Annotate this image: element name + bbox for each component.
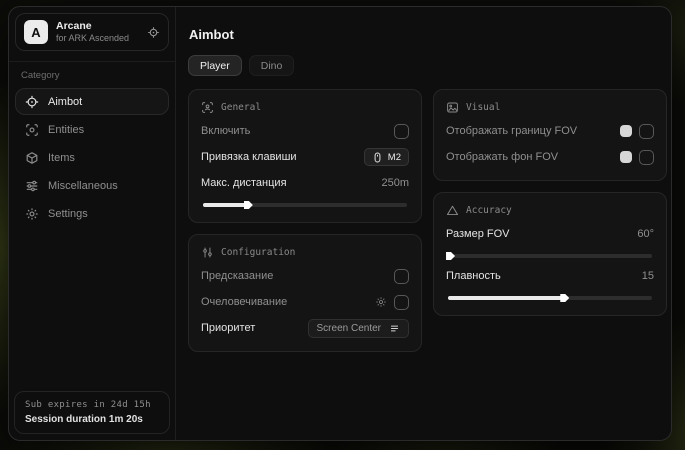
subscription-expiry: Sub expires in 24d 15h [25,400,159,410]
crosshair-icon [25,95,39,109]
sidebar-item-label: Items [48,152,75,164]
subscription-card: Sub expires in 24d 15h Session duration … [14,391,170,434]
setting-row-keybind: Привязка клавиши M2 [201,145,409,169]
humanize-checkbox[interactable] [394,295,409,310]
setting-label: Макс. дистанция [201,177,287,189]
setting-row-distance: Макс. дистанция 250m [201,171,409,195]
slider-fill [203,203,248,207]
slider-thumb[interactable] [560,294,569,302]
sidebar-item-label: Settings [48,208,88,220]
accuracy-card: Accuracy Размер FOV 60° Плавность 15 [433,192,667,316]
sidebar: A Arcane for ARK Ascended Category [9,7,176,440]
scan-icon [25,123,39,137]
sidebar-item-miscellaneous[interactable]: Miscellaneous [15,172,169,199]
slider-thumb[interactable] [244,201,253,209]
tab-dino[interactable]: Dino [249,55,295,76]
sidebar-item-aimbot[interactable]: Aimbot [15,88,169,115]
distance-slider[interactable] [203,203,407,207]
fov-border-checkbox[interactable] [639,124,654,139]
app-window: A Arcane for ARK Ascended Category [8,6,672,441]
enable-checkbox[interactable] [394,124,409,139]
sidebar-item-entities[interactable]: Entities [15,116,169,143]
sidebar-item-settings[interactable]: Settings [15,200,169,227]
priority-value: Screen Center [317,323,381,334]
setting-row-prediction: Предсказание [201,264,409,288]
sidebar-item-label: Miscellaneous [48,180,118,192]
fov-bg-color-swatch[interactable] [620,151,632,163]
left-column: General Включить Привязка клавиши [188,89,422,352]
slider-fill [448,296,564,300]
tab-player[interactable]: Player [188,55,242,76]
sliders-icon [25,179,39,193]
setting-label: Отображать фон FOV [446,151,558,163]
card-title: Accuracy [466,205,512,216]
tune-icon [201,246,214,259]
setting-label: Очеловечивание [201,296,287,308]
mouse-icon [372,152,383,163]
card-title: Configuration [221,247,295,258]
visual-card: Visual Отображать границу FOV Отображать… [433,89,667,181]
setting-row-priority: Приоритет Screen Center [201,316,409,340]
game-background: { "app": { "logo_letter": "A", "name": "… [0,0,685,450]
distance-value: 250m [381,177,409,189]
fov-bg-checkbox[interactable] [639,150,654,165]
slider-thumb[interactable] [446,252,455,260]
configuration-card: Configuration Предсказание Очеловечивани… [188,234,422,352]
gear-icon [25,207,39,221]
slider-fill [448,254,450,258]
image-icon [446,101,459,114]
brand-card: A Arcane for ARK Ascended [15,13,169,51]
setting-row-humanize: Очеловечивание [201,290,409,314]
sidebar-item-items[interactable]: Items [15,144,169,171]
list-icon [389,323,400,334]
setting-row-smoothness: Плавность 15 [446,264,654,288]
setting-label: Плавность [446,270,501,282]
general-card: General Включить Привязка клавиши [188,89,422,223]
setting-label: Размер FOV [446,228,509,240]
setting-row-fov-size: Размер FOV 60° [446,222,654,246]
fov-size-value: 60° [637,228,654,240]
keybind-value: M2 [388,152,401,163]
card-columns: General Включить Привязка клавиши [188,89,671,352]
priority-dropdown[interactable]: Screen Center [308,319,409,338]
category-label: Category [21,70,163,81]
page-title: Aimbot [189,27,671,42]
sidebar-divider [9,61,175,62]
app-logo: A [24,20,48,44]
smoothness-slider[interactable] [448,296,652,300]
setting-label: Предсказание [201,270,273,282]
card-title: General [221,102,261,113]
setting-label: Привязка клавиши [201,151,297,163]
card-title: Visual [466,102,500,113]
person-scan-icon [201,101,214,114]
setting-row-enable: Включить [201,119,409,143]
setting-label: Приоритет [201,322,255,334]
triangle-icon [446,204,459,217]
keybind-button[interactable]: M2 [364,148,409,166]
main-content: Aimbot Player Dino Gener [176,7,671,440]
sidebar-item-label: Aimbot [48,96,82,108]
app-name: Arcane [56,20,129,33]
smoothness-value: 15 [642,270,654,282]
fov-size-slider[interactable] [448,254,652,258]
gear-small-icon[interactable] [375,296,387,308]
setting-label: Включить [201,125,250,137]
box-icon [25,151,39,165]
prediction-checkbox[interactable] [394,269,409,284]
crosshair-settings-icon[interactable] [147,26,160,39]
right-column: Visual Отображать границу FOV Отображать… [433,89,667,316]
sidebar-item-label: Entities [48,124,84,136]
setting-label: Отображать границу FOV [446,125,577,137]
session-duration: Session duration 1m 20s [25,414,159,425]
setting-row-fov-bg: Отображать фон FOV [446,145,654,169]
app-subtitle: for ARK Ascended [56,33,129,44]
fov-border-color-swatch[interactable] [620,125,632,137]
tab-bar: Player Dino [188,55,671,76]
setting-row-fov-border: Отображать границу FOV [446,119,654,143]
